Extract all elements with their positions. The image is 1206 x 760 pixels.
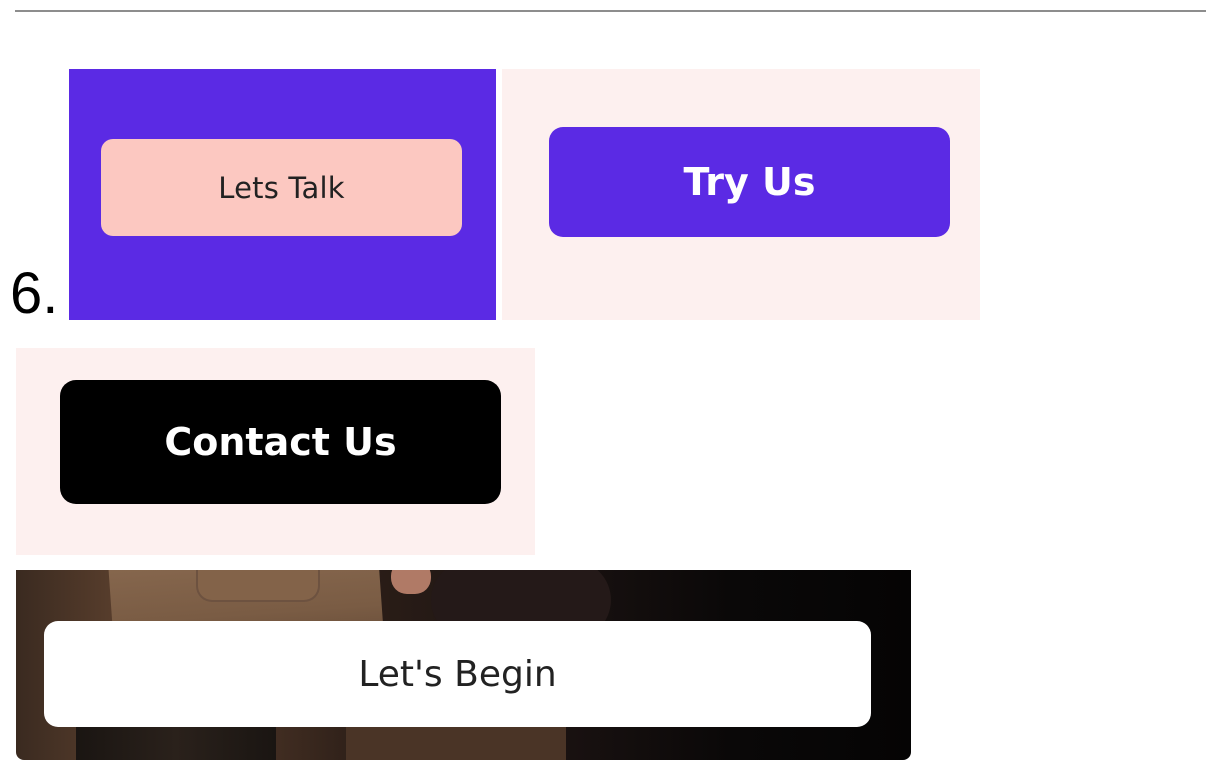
item-number: 6. bbox=[10, 261, 59, 326]
purple-panel: Lets Talk bbox=[69, 69, 496, 320]
lets-begin-button[interactable]: Let's Begin bbox=[44, 621, 871, 727]
photo-background-panel: Let's Begin bbox=[16, 570, 911, 760]
blush-panel-contact: Contact Us bbox=[16, 348, 535, 555]
photo-pocket bbox=[196, 570, 320, 602]
try-us-button[interactable]: Try Us bbox=[549, 127, 950, 237]
page: 6. Lets Talk Try Us Contact Us Let's Beg… bbox=[0, 0, 1206, 760]
contact-us-button[interactable]: Contact Us bbox=[60, 380, 501, 504]
lets-talk-button[interactable]: Lets Talk bbox=[101, 139, 462, 236]
horizontal-divider bbox=[15, 10, 1206, 12]
photo-hand bbox=[391, 570, 431, 594]
blush-panel: Try Us bbox=[502, 69, 980, 320]
